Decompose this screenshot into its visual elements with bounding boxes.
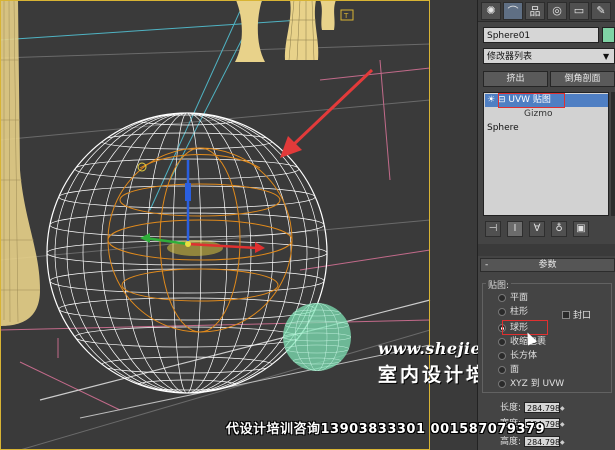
stack-tools: ⊣ Ⅰ ∀ ♁ ▣ — [483, 220, 615, 238]
length-label: 长度: — [500, 403, 522, 413]
radio-label: 面 — [510, 365, 520, 375]
object-name-field[interactable]: Sphere01 — [483, 27, 599, 43]
vase-top-1 — [235, 0, 265, 62]
stack-item-gizmo[interactable]: Gizmo — [496, 108, 552, 121]
show-end-result-icon[interactable]: Ⅰ — [507, 221, 523, 237]
stack-item-uvw-map[interactable]: ☀ ⊟ UVW 贴图 — [485, 94, 608, 107]
chevron-down-icon: ▼ — [603, 52, 610, 61]
radio-face[interactable]: 面 — [498, 364, 520, 376]
modify-tab-icon[interactable]: ⌒ — [503, 1, 523, 20]
expand-icon[interactable]: ⊟ — [498, 95, 506, 105]
spinner-icon[interactable]: ◆ — [560, 421, 566, 428]
command-panel: ✺ ⌒ 品 ◎ ▭ ✎ Sphere01 修改器列表 ▼ 挤出 倒角剖面 ☀ ⊟… — [478, 0, 615, 450]
modifier-stack: ☀ ⊟ UVW 贴图 Gizmo Sphere — [483, 92, 609, 216]
radio-label: 柱形 — [510, 307, 529, 317]
collapse-icon: - — [485, 260, 489, 270]
length-input[interactable]: 284.798 — [524, 402, 560, 413]
small-sphere[interactable] — [283, 303, 351, 371]
radio-planar[interactable]: 平面 — [498, 292, 529, 304]
spinner-icon[interactable]: ◆ — [560, 405, 566, 412]
make-unique-icon[interactable]: ∀ — [529, 221, 545, 237]
vase-top-2 — [284, 0, 319, 61]
modifier-buttons: 挤出 倒角剖面 — [483, 71, 615, 87]
stack-item-sphere[interactable]: Sphere — [487, 122, 519, 135]
radio-button[interactable] — [498, 294, 506, 302]
radio-box[interactable]: 长方体 — [498, 350, 538, 362]
radio-xyz-to-uvw[interactable]: XYZ 到 UVW — [498, 378, 565, 390]
configure-sets-icon[interactable]: ▣ — [573, 221, 589, 237]
panel-divider — [478, 244, 615, 256]
hierarchy-tab-icon[interactable]: 品 — [525, 1, 545, 20]
create-tab-icon[interactable]: ✺ — [481, 1, 501, 20]
parameters-rollout[interactable]: - 参数 — [480, 258, 615, 272]
viewport-label: T — [343, 12, 349, 20]
rollout-title: 参数 — [538, 260, 557, 270]
extrude-button[interactable]: 挤出 — [483, 71, 548, 87]
radio-label: 平面 — [510, 293, 529, 303]
stack-scrollbar[interactable] — [611, 92, 615, 216]
remove-modifier-icon[interactable]: ♁ — [551, 221, 567, 237]
stack-item-label: UVW 贴图 — [508, 95, 551, 105]
radio-button-selected[interactable] — [498, 324, 506, 332]
panel-tabbar: ✺ ⌒ 品 ◎ ▭ ✎ — [478, 0, 615, 22]
radio-label: 长方体 — [510, 351, 538, 361]
modifier-list-label: 修改器列表 — [487, 52, 533, 62]
cap-label: 封口 — [573, 311, 592, 321]
mapping-label: 贴图: — [486, 278, 512, 291]
radio-button[interactable] — [498, 352, 506, 360]
radio-button[interactable] — [498, 380, 506, 388]
modifier-list-dropdown[interactable]: 修改器列表 ▼ — [483, 48, 615, 64]
display-tab-icon[interactable]: ▭ — [569, 1, 589, 20]
radio-button[interactable] — [498, 338, 506, 346]
height-input[interactable]: 284.798 — [524, 436, 560, 447]
motion-tab-icon[interactable]: ◎ — [547, 1, 567, 20]
radio-label: 球形 — [510, 323, 529, 333]
lightbulb-icon[interactable]: ☀ — [487, 95, 495, 105]
cap-checkbox-row[interactable]: 封口 — [562, 308, 591, 321]
radio-cylindrical[interactable]: 柱形 — [498, 306, 529, 318]
pin-stack-icon[interactable]: ⊣ — [485, 221, 501, 237]
annotation-arrow — [280, 68, 374, 158]
radio-button[interactable] — [498, 366, 506, 374]
object-color-swatch[interactable] — [602, 27, 615, 43]
length-param: 长度: 284.798◆ — [500, 400, 566, 413]
vase-left — [0, 0, 40, 326]
radio-label: XYZ 到 UVW — [510, 379, 565, 389]
footer-contact-text: 代设计培训咨询13903833301 001587079379 — [226, 422, 546, 437]
radio-button[interactable] — [498, 308, 506, 316]
vase-top-3 — [320, 0, 336, 30]
cap-checkbox[interactable] — [562, 311, 570, 319]
bevel-profile-button[interactable]: 倒角剖面 — [550, 71, 615, 87]
spinner-icon[interactable]: ◆ — [560, 439, 566, 446]
utilities-tab-icon[interactable]: ✎ — [591, 1, 611, 20]
